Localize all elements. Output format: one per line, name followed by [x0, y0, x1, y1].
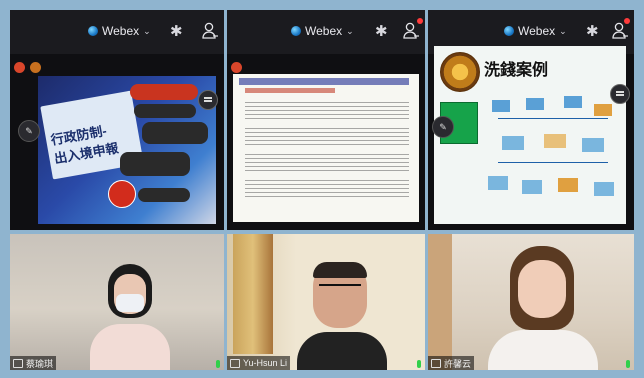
- camera-icon: [431, 358, 441, 368]
- slide-header: [239, 78, 409, 85]
- slide-badge: [108, 180, 136, 208]
- bluetooth-icon[interactable]: ✱: [375, 22, 388, 40]
- camera-icon: [230, 358, 240, 368]
- recording-indicator-icon: [14, 62, 25, 73]
- webex-logo-icon: [291, 26, 301, 36]
- participant-name: 蔡瑜琪: [26, 358, 54, 369]
- slide-seal-logo: [440, 52, 480, 92]
- bookshelf: [233, 234, 273, 354]
- participant-video: [488, 246, 598, 370]
- webex-menu[interactable]: Webex ⌄: [504, 24, 567, 38]
- slide-bubble: [120, 152, 190, 176]
- webex-label: Webex: [305, 24, 343, 38]
- slide-bullet: [245, 128, 409, 148]
- slide-bubble: [134, 104, 196, 118]
- slide-bubble: [138, 188, 190, 202]
- share-indicator-icon: [30, 62, 41, 73]
- shared-screen-panel-3: Webex ⌄ ✱ 洗錢案例 ✎: [428, 10, 634, 230]
- recording-indicator-icon: [231, 62, 242, 73]
- webex-logo-icon: [504, 26, 514, 36]
- options-menu-icon[interactable]: [610, 84, 630, 104]
- chevron-down-icon: ⌄: [559, 25, 567, 36]
- shared-screen-panel-2: Webex ⌄ ✱: [227, 10, 425, 230]
- door-frame: [428, 234, 452, 370]
- slide-bullet: [245, 102, 409, 122]
- mic-active-icon: [216, 360, 220, 368]
- webex-label: Webex: [518, 24, 556, 38]
- presentation-slide-1: 行政防制- 出入境申報: [38, 76, 216, 224]
- mic-active-icon: [417, 360, 421, 368]
- participant-name: 許馨云: [444, 358, 472, 369]
- pin-icon[interactable]: ✎: [432, 116, 454, 138]
- participant-name-tag: Yu-Hsun Li: [227, 356, 291, 370]
- bluetooth-icon[interactable]: ✱: [170, 22, 183, 40]
- slide-diagram: [482, 96, 622, 216]
- webex-logo-icon: [88, 26, 98, 36]
- presentation-slide-3: 洗錢案例: [434, 46, 626, 224]
- participants-icon[interactable]: [401, 21, 421, 41]
- notification-dot: [417, 18, 423, 24]
- slide-bubble: [130, 84, 198, 100]
- participant-name-tag: 蔡瑜琪: [10, 356, 57, 370]
- chevron-down-icon: ⌄: [346, 25, 354, 36]
- slide-bubble: [142, 122, 208, 144]
- webex-menu[interactable]: Webex ⌄: [88, 24, 151, 38]
- slide-title: 洗錢案例: [484, 62, 549, 79]
- participant-name: Yu-Hsun Li: [243, 358, 288, 368]
- video-tile-1[interactable]: 蔡瑜琪: [10, 234, 224, 370]
- chevron-down-icon: ⌄: [143, 25, 151, 36]
- slide-subheader: [245, 88, 335, 93]
- top-bar: Webex ⌄ ✱: [227, 10, 425, 54]
- slide-bullet: [245, 154, 409, 174]
- notification-dot: [624, 18, 630, 24]
- pin-icon[interactable]: ✎: [18, 120, 40, 142]
- presentation-slide-2: [233, 74, 419, 222]
- mic-active-icon: [626, 360, 630, 368]
- shared-screen-panel-1: Webex ⌄ ✱ 行政防制- 出入境申報 ✎: [10, 10, 224, 230]
- webex-menu[interactable]: Webex ⌄: [291, 24, 354, 38]
- participant-video: [297, 262, 387, 370]
- bluetooth-icon[interactable]: ✱: [586, 22, 599, 40]
- top-bar: Webex ⌄ ✱: [10, 10, 224, 54]
- participant-name-tag: 許馨云: [428, 356, 475, 370]
- camera-icon: [13, 358, 23, 368]
- participants-icon[interactable]: [610, 21, 630, 41]
- video-tile-3[interactable]: 許馨云: [428, 234, 634, 370]
- options-menu-icon[interactable]: [198, 90, 218, 110]
- webex-label: Webex: [102, 24, 140, 38]
- video-tile-2[interactable]: Yu-Hsun Li: [227, 234, 425, 370]
- participants-icon[interactable]: [200, 21, 220, 41]
- slide-bullet: [245, 180, 409, 198]
- participant-video: [90, 264, 170, 370]
